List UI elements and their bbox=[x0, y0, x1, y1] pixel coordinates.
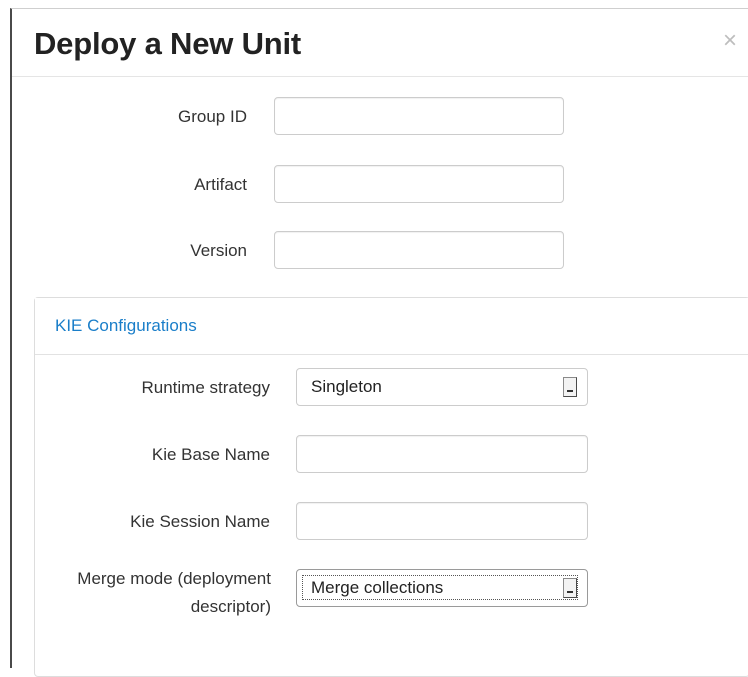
kie-base-name-input[interactable] bbox=[296, 435, 588, 473]
merge-mode-label-line2: descriptor) bbox=[190, 597, 271, 616]
artifact-label: Artifact bbox=[194, 175, 247, 194]
runtime-strategy-label: Runtime strategy bbox=[141, 378, 271, 397]
merge-mode-label: Merge mode (deployment descriptor) bbox=[77, 565, 271, 621]
version-input[interactable] bbox=[274, 231, 564, 269]
kie-base-name-row: Kie Base Name bbox=[35, 435, 748, 475]
kie-session-name-row: Kie Session Name bbox=[35, 502, 748, 542]
runtime-strategy-select[interactable]: Singleton bbox=[296, 368, 588, 406]
group-id-label: Group ID bbox=[178, 107, 247, 126]
kie-session-name-input[interactable] bbox=[296, 502, 588, 540]
group-id-row: Group ID bbox=[12, 97, 748, 137]
version-row: Version bbox=[12, 231, 748, 271]
version-label: Version bbox=[190, 241, 247, 260]
dropdown-arrow-icon[interactable] bbox=[563, 578, 577, 598]
runtime-strategy-value: Singleton bbox=[311, 377, 382, 396]
kie-session-name-label: Kie Session Name bbox=[130, 512, 270, 531]
dialog-title: Deploy a New Unit bbox=[34, 26, 302, 61]
merge-mode-label-line1: Merge mode (deployment bbox=[77, 569, 271, 588]
kie-configurations-panel: KIE Configurations Runtime strategy Sing… bbox=[34, 297, 748, 677]
artifact-row: Artifact bbox=[12, 165, 748, 205]
deploy-unit-dialog: Deploy a New Unit × Group ID Artifact Ve… bbox=[10, 8, 748, 677]
close-icon[interactable]: × bbox=[719, 29, 741, 53]
group-id-input[interactable] bbox=[274, 97, 564, 135]
dialog-header: Deploy a New Unit × bbox=[12, 9, 748, 77]
runtime-strategy-row: Runtime strategy Singleton bbox=[35, 368, 748, 408]
kie-panel-title[interactable]: KIE Configurations bbox=[55, 314, 197, 338]
artifact-input[interactable] bbox=[274, 165, 564, 203]
merge-mode-select[interactable]: Merge collections bbox=[296, 569, 588, 607]
kie-panel-heading: KIE Configurations bbox=[35, 298, 748, 355]
kie-base-name-label: Kie Base Name bbox=[151, 445, 270, 464]
merge-mode-row: Merge mode (deployment descriptor) Merge… bbox=[35, 569, 748, 639]
merge-mode-value: Merge collections bbox=[311, 578, 444, 597]
dropdown-arrow-icon[interactable] bbox=[563, 377, 577, 397]
